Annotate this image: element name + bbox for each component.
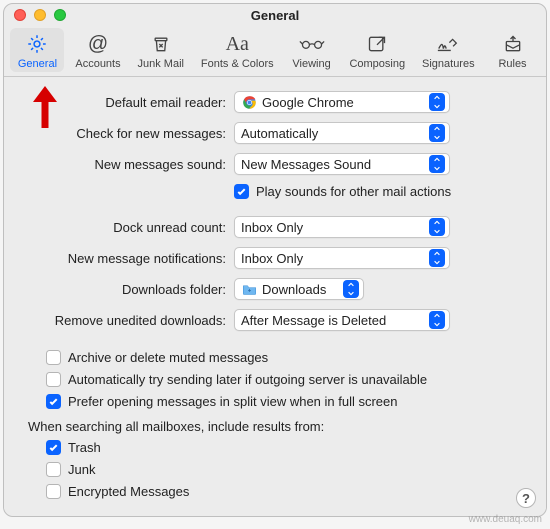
- combo-check-messages[interactable]: Automatically: [234, 122, 450, 144]
- tab-signatures[interactable]: Signatures: [416, 28, 481, 72]
- combo-value: New Messages Sound: [241, 157, 425, 172]
- tab-label: Composing: [349, 58, 405, 70]
- fonts-icon: Aa: [226, 32, 249, 56]
- general-pane: Default email reader: Google Chrome: [4, 77, 546, 509]
- close-window-button[interactable]: [14, 9, 26, 21]
- combo-value: Automatically: [241, 126, 425, 141]
- chrome-icon: [241, 94, 257, 110]
- check-auto-retry[interactable]: Automatically try sending later if outgo…: [46, 372, 526, 387]
- check-label: Automatically try sending later if outgo…: [68, 372, 427, 387]
- tab-label: Accounts: [75, 58, 120, 70]
- row-new-sound: New messages sound: New Messages Sound: [24, 153, 526, 175]
- check-split-view[interactable]: Prefer opening messages in split view wh…: [46, 394, 526, 409]
- label-check-messages: Check for new messages:: [24, 126, 234, 141]
- combo-value: Inbox Only: [241, 220, 425, 235]
- tab-label: Fonts & Colors: [201, 58, 274, 70]
- tab-label: Rules: [498, 58, 526, 70]
- row-downloads-folder: Downloads folder: Downloads: [24, 278, 526, 300]
- tab-rules[interactable]: Rules: [486, 28, 540, 72]
- trash-icon: [151, 32, 171, 56]
- glasses-icon: [299, 32, 325, 56]
- check-label: Encrypted Messages: [68, 484, 189, 499]
- folder-icon: [241, 281, 257, 297]
- checkbox-icon: [46, 440, 61, 455]
- tab-label: General: [18, 58, 57, 70]
- check-include-junk[interactable]: Junk: [46, 462, 526, 477]
- checkbox-icon: [46, 484, 61, 499]
- check-label: Trash: [68, 440, 101, 455]
- combo-remove-downloads[interactable]: After Message is Deleted: [234, 309, 450, 331]
- rules-icon: [503, 32, 523, 56]
- tab-label: Signatures: [422, 58, 475, 70]
- label-downloads-folder: Downloads folder:: [24, 282, 234, 297]
- check-label: Play sounds for other mail actions: [256, 184, 451, 199]
- label-new-sound: New messages sound:: [24, 157, 234, 172]
- chevron-updown-icon: [429, 155, 445, 173]
- check-label: Archive or delete muted messages: [68, 350, 268, 365]
- gear-icon: [26, 32, 48, 56]
- help-button[interactable]: ?: [516, 488, 536, 508]
- section-search: When searching all mailboxes, include re…: [24, 419, 526, 499]
- check-label: Junk: [68, 462, 95, 477]
- check-play-other-sounds[interactable]: Play sounds for other mail actions: [234, 184, 451, 199]
- row-remove-downloads: Remove unedited downloads: After Message…: [24, 309, 526, 331]
- combo-value: Google Chrome: [262, 95, 425, 110]
- combo-value: Inbox Only: [241, 251, 425, 266]
- checkbox-icon: [46, 462, 61, 477]
- label-notifications: New message notifications:: [24, 251, 234, 266]
- preferences-window: General General @ Accounts: [3, 3, 547, 517]
- combo-value: After Message is Deleted: [241, 313, 425, 328]
- minimize-window-button[interactable]: [34, 9, 46, 21]
- check-include-trash[interactable]: Trash: [46, 440, 526, 455]
- checkbox-icon: [46, 372, 61, 387]
- combo-downloads-folder[interactable]: Downloads: [234, 278, 364, 300]
- checkbox-icon: [234, 184, 249, 199]
- titlebar: General: [4, 4, 546, 26]
- combo-value: Downloads: [262, 282, 339, 297]
- chevron-updown-icon: [429, 311, 445, 329]
- label-dock-unread: Dock unread count:: [24, 220, 234, 235]
- chevron-updown-icon: [429, 249, 445, 267]
- tab-composing[interactable]: Composing: [343, 28, 411, 72]
- zoom-window-button[interactable]: [54, 9, 66, 21]
- tab-accounts[interactable]: @ Accounts: [69, 28, 126, 72]
- checkbox-icon: [46, 394, 61, 409]
- row-check-messages: Check for new messages: Automatically: [24, 122, 526, 144]
- label-remove-downloads: Remove unedited downloads:: [24, 313, 234, 328]
- search-heading: When searching all mailboxes, include re…: [28, 419, 526, 434]
- combo-notifications[interactable]: Inbox Only: [234, 247, 450, 269]
- tab-general[interactable]: General: [10, 28, 64, 72]
- preferences-toolbar: General @ Accounts Junk Mail Aa Fonts & …: [4, 26, 546, 77]
- window-controls: [4, 9, 66, 21]
- tab-label: Viewing: [292, 58, 330, 70]
- check-label: Prefer opening messages in split view wh…: [68, 394, 398, 409]
- chevron-updown-icon: [343, 280, 359, 298]
- label-default-reader: Default email reader:: [24, 95, 234, 110]
- row-play-other: Play sounds for other mail actions: [24, 184, 526, 199]
- checkbox-icon: [46, 350, 61, 365]
- tab-viewing[interactable]: Viewing: [285, 28, 339, 72]
- chevron-updown-icon: [429, 124, 445, 142]
- row-default-reader: Default email reader: Google Chrome: [24, 91, 526, 113]
- chevron-updown-icon: [429, 93, 445, 111]
- tab-label: Junk Mail: [138, 58, 184, 70]
- window-title: General: [4, 8, 546, 23]
- combo-default-reader[interactable]: Google Chrome: [234, 91, 450, 113]
- check-archive-muted[interactable]: Archive or delete muted messages: [46, 350, 526, 365]
- row-notifications: New message notifications: Inbox Only: [24, 247, 526, 269]
- tab-fonts-colors[interactable]: Aa Fonts & Colors: [195, 28, 280, 72]
- row-dock-unread: Dock unread count: Inbox Only: [24, 216, 526, 238]
- compose-icon: [367, 32, 387, 56]
- combo-new-sound[interactable]: New Messages Sound: [234, 153, 450, 175]
- tab-junk-mail[interactable]: Junk Mail: [132, 28, 190, 72]
- chevron-updown-icon: [429, 218, 445, 236]
- signature-icon: [436, 32, 460, 56]
- at-icon: @: [88, 32, 108, 56]
- combo-dock-unread[interactable]: Inbox Only: [234, 216, 450, 238]
- check-include-encrypted[interactable]: Encrypted Messages: [46, 484, 526, 499]
